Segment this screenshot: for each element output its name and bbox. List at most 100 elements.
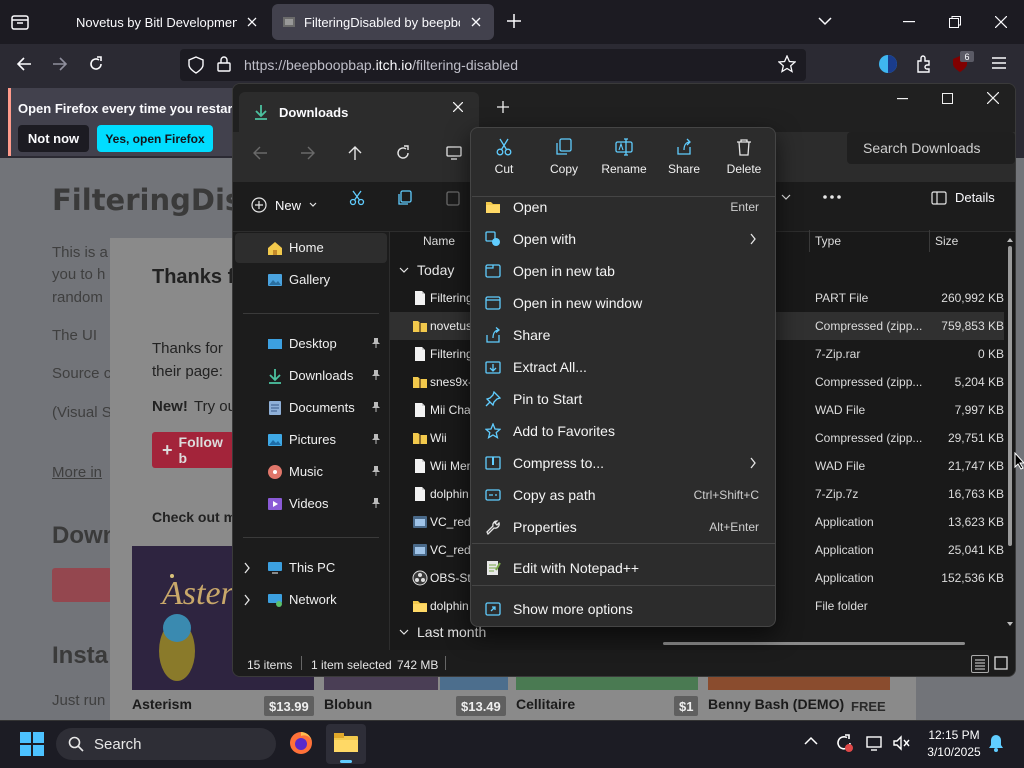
sidebar-item-home[interactable]: Home xyxy=(235,233,387,263)
game-title[interactable]: Benny Bash (DEMO) xyxy=(708,696,844,712)
delete-button[interactable]: Delete xyxy=(714,138,774,188)
up-icon[interactable] xyxy=(340,138,370,168)
sync-status-icon[interactable] xyxy=(834,733,854,753)
copy-icon[interactable] xyxy=(397,190,413,206)
sidebar-item-gallery[interactable]: Gallery xyxy=(235,265,387,295)
game-thumbnail-blobun-2[interactable] xyxy=(440,676,508,690)
game-title[interactable]: Cellitaire xyxy=(516,696,575,712)
menu-item-add-to-favorites[interactable]: Add to Favorites xyxy=(479,415,769,447)
volume-muted-icon[interactable] xyxy=(892,735,910,751)
menu-item-show-more-options[interactable]: Show more options xyxy=(479,593,769,625)
start-button-icon[interactable] xyxy=(20,732,44,756)
sidebar-item-downloads[interactable]: Downloads xyxy=(235,361,387,391)
bookmark-star-icon[interactable] xyxy=(778,55,796,73)
sidebar-item-desktop[interactable]: Desktop xyxy=(235,329,387,359)
game-thumbnail-benny-bash[interactable] xyxy=(708,676,890,690)
this-pc-breadcrumb-icon[interactable] xyxy=(439,138,469,168)
column-header-name[interactable]: Name xyxy=(423,234,455,248)
tiles-view-icon[interactable] xyxy=(993,655,1009,671)
back-icon[interactable] xyxy=(245,138,275,168)
refresh-icon[interactable] xyxy=(388,138,418,168)
close-tab-icon[interactable] xyxy=(453,102,463,112)
search-downloads-input[interactable]: Search Downloads xyxy=(847,132,1015,164)
close-tab-icon[interactable] xyxy=(468,14,484,30)
taskbar-search-box[interactable]: Search xyxy=(56,728,276,760)
game-thumbnail-cellitaire[interactable] xyxy=(516,676,698,690)
reload-icon[interactable] xyxy=(81,49,111,79)
more-options-icon[interactable] xyxy=(823,195,841,199)
list-all-tabs-icon[interactable] xyxy=(817,15,833,27)
minimize-icon[interactable] xyxy=(886,0,932,44)
column-header-type[interactable]: Type xyxy=(815,234,841,248)
close-window-icon[interactable] xyxy=(987,92,999,104)
lock-icon[interactable] xyxy=(217,56,231,72)
not-now-button[interactable]: Not now xyxy=(18,125,89,152)
details-button[interactable]: Details xyxy=(931,190,995,205)
forward-icon[interactable] xyxy=(293,138,323,168)
close-window-icon[interactable] xyxy=(978,0,1024,44)
chevron-right-icon[interactable] xyxy=(243,562,251,574)
group-header-today[interactable]: Today xyxy=(399,262,454,278)
forward-icon[interactable] xyxy=(45,49,75,79)
paste-icon[interactable] xyxy=(445,190,461,206)
game-thumbnail-blobun[interactable] xyxy=(324,676,438,690)
copy-button[interactable]: Copy xyxy=(534,138,594,188)
sidebar-item-network[interactable]: Network xyxy=(235,585,387,615)
firefox-taskbar-icon[interactable] xyxy=(288,730,314,756)
menu-item-open-with[interactable]: Open with xyxy=(479,223,769,255)
column-divider[interactable] xyxy=(809,230,810,252)
sidebar-item-this-pc[interactable]: This PC xyxy=(235,553,387,583)
download-button[interactable] xyxy=(52,568,112,602)
follow-button[interactable]: + Follow b xyxy=(152,432,234,468)
column-header-size[interactable]: Size xyxy=(935,234,958,248)
new-tab-icon[interactable] xyxy=(506,13,522,29)
cut-icon[interactable] xyxy=(349,190,365,206)
menu-item-pin-to-start[interactable]: Pin to Start xyxy=(479,383,769,415)
chevron-down-icon[interactable] xyxy=(781,194,791,200)
menu-item-extract-all[interactable]: Extract All... xyxy=(479,351,769,383)
sidebar-item-documents[interactable]: Documents xyxy=(235,393,387,423)
yes-open-firefox-button[interactable]: Yes, open Firefox xyxy=(97,125,213,152)
firefox-account-icon[interactable] xyxy=(878,54,898,74)
menu-item-open[interactable]: Open Enter xyxy=(479,191,769,223)
restore-icon[interactable] xyxy=(932,0,978,44)
details-view-icon[interactable] xyxy=(971,655,989,673)
sidebar-item-videos[interactable]: Videos xyxy=(235,489,387,519)
chevron-right-icon[interactable] xyxy=(243,594,251,606)
minimize-icon[interactable] xyxy=(897,98,909,100)
back-icon[interactable] xyxy=(9,49,39,79)
extensions-icon[interactable] xyxy=(914,54,934,74)
taskbar-time[interactable]: 12:15 PM xyxy=(924,728,984,742)
menu-item-compress-to[interactable]: Compress to... xyxy=(479,447,769,479)
menu-item-share[interactable]: Share xyxy=(479,319,769,351)
new-button[interactable]: New xyxy=(251,190,317,220)
menu-item-edit-with-notepad[interactable]: Edit with Notepad++ xyxy=(479,552,769,584)
url-bar[interactable]: https://beepboopbap. itch.io/filtering-di… xyxy=(180,49,806,81)
game-title[interactable]: Blobun xyxy=(324,696,372,712)
close-tab-icon[interactable] xyxy=(245,14,260,30)
share-button[interactable]: Share xyxy=(654,138,714,188)
game-title[interactable]: Asterism xyxy=(132,696,192,712)
group-header-last-month[interactable]: Last month xyxy=(399,624,486,640)
menu-item-open-in-new-window[interactable]: Open in new window xyxy=(479,287,769,319)
maximize-icon[interactable] xyxy=(942,93,954,105)
menu-icon[interactable] xyxy=(991,56,1007,70)
menu-item-copy-as-path[interactable]: Copy as path Ctrl+Shift+C xyxy=(479,479,769,511)
more-info-link[interactable]: More in xyxy=(52,464,102,481)
horizontal-scrollbar[interactable] xyxy=(663,642,965,645)
browser-tab-filteringdisabled[interactable]: FilteringDisabled by beepboop xyxy=(272,4,494,40)
vertical-scrollbar[interactable] xyxy=(1005,232,1015,632)
browser-tab-novetus[interactable]: Novetus by Bitl Development St xyxy=(66,4,270,40)
sidebar-item-pictures[interactable]: Pictures xyxy=(235,425,387,455)
menu-item-open-in-new-tab[interactable]: Open in new tab xyxy=(479,255,769,287)
column-divider[interactable] xyxy=(929,230,930,252)
network-status-icon[interactable] xyxy=(866,735,884,751)
taskbar-date[interactable]: 3/10/2025 xyxy=(920,745,988,759)
tab-overview-icon[interactable] xyxy=(10,12,30,32)
menu-item-properties[interactable]: Properties Alt+Enter xyxy=(479,511,769,543)
sidebar-item-music[interactable]: Music xyxy=(235,457,387,487)
notification-bell-icon[interactable] xyxy=(988,734,1004,752)
new-tab-icon[interactable] xyxy=(497,101,509,113)
rename-button[interactable]: Rename xyxy=(594,138,654,188)
explorer-tab-downloads[interactable]: Downloads xyxy=(239,92,479,132)
